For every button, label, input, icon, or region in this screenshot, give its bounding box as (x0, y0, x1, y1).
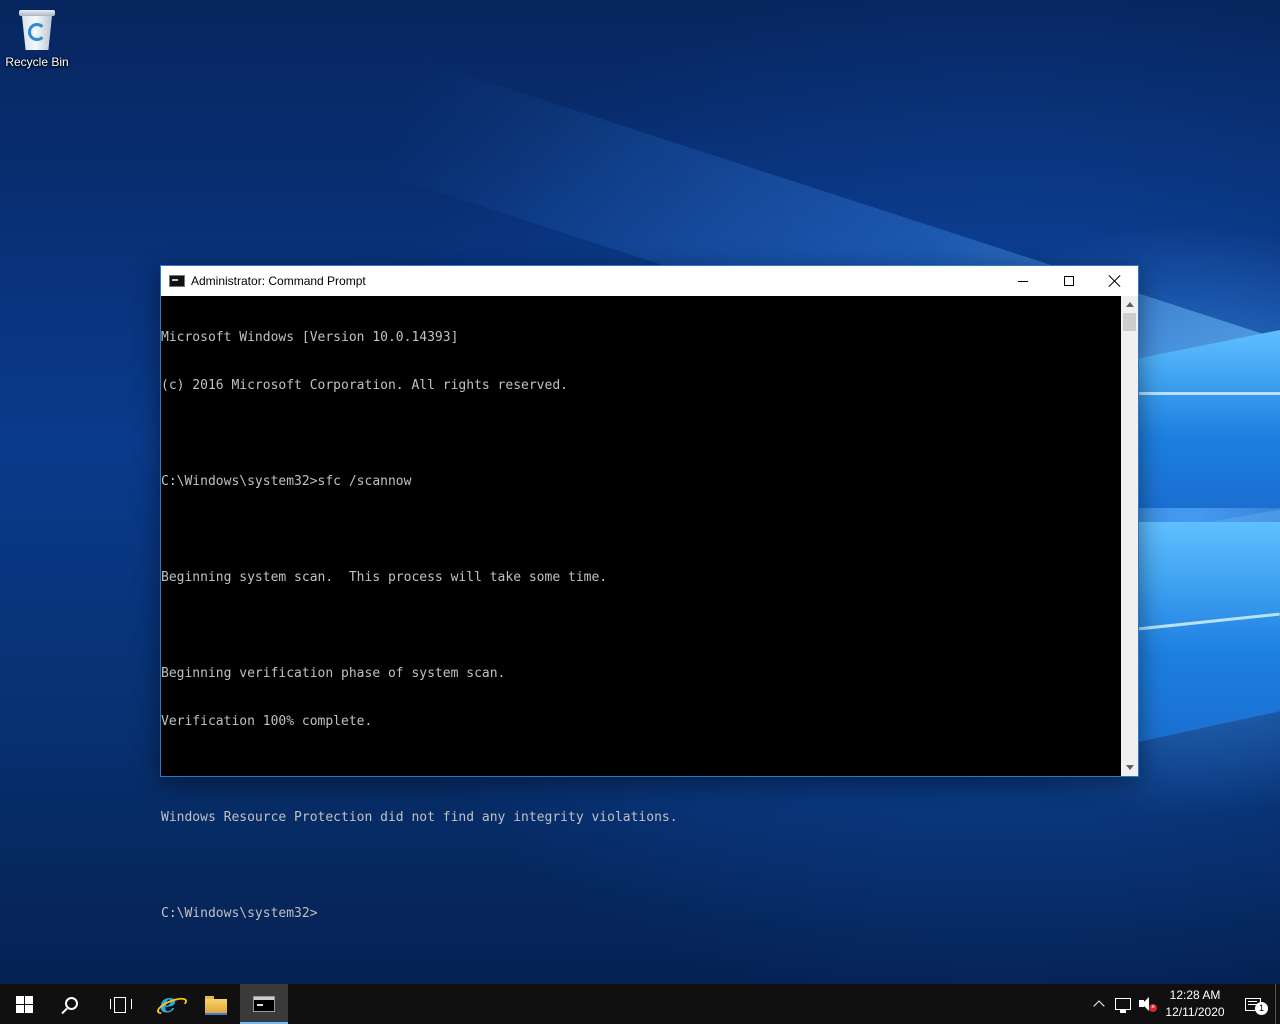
console-line: Beginning system scan. This process will… (161, 570, 608, 585)
taskbar: e × 12:28 AM 12/11/2020 1 (0, 984, 1280, 1024)
show-hidden-icons-button[interactable] (1087, 984, 1111, 1024)
task-view-button[interactable] (96, 984, 144, 1024)
taskbar-internet-explorer[interactable]: e (144, 984, 192, 1024)
close-button[interactable] (1092, 266, 1138, 296)
search-button[interactable] (48, 984, 96, 1024)
taskbar-command-prompt[interactable] (240, 984, 288, 1024)
folder-icon (205, 995, 227, 1015)
chevron-up-icon (1093, 1000, 1105, 1012)
console-line: Verification 100% complete. (161, 714, 373, 729)
windows-logo-icon (15, 995, 33, 1013)
start-button[interactable] (0, 984, 48, 1024)
console-line: Windows Resource Protection did not find… (161, 810, 678, 825)
recycle-bin-icon (19, 8, 55, 52)
console-line: (c) 2016 Microsoft Corporation. All righ… (161, 378, 568, 393)
show-desktop-button[interactable] (1275, 984, 1280, 1024)
scroll-down-button[interactable] (1121, 759, 1138, 776)
minimize-button[interactable] (1000, 266, 1046, 296)
system-tray: × 12:28 AM 12/11/2020 1 (1087, 984, 1280, 1024)
console-line: Microsoft Windows [Version 10.0.14393] (161, 330, 459, 345)
window-title: Administrator: Command Prompt (191, 274, 366, 288)
vertical-scrollbar[interactable] (1121, 296, 1138, 776)
clock[interactable]: 12:28 AM 12/11/2020 (1159, 984, 1231, 1024)
maximize-button[interactable] (1046, 266, 1092, 296)
task-view-icon (110, 997, 132, 1013)
notification-count-badge: 1 (1255, 1002, 1268, 1015)
internet-explorer-icon: e (159, 989, 177, 1019)
search-icon (64, 996, 78, 1010)
title-bar[interactable]: Administrator: Command Prompt (161, 266, 1138, 296)
volume-muted-icon: × (1139, 997, 1157, 1012)
volume-error-badge: × (1149, 1004, 1157, 1012)
action-center-button[interactable]: 1 (1231, 984, 1275, 1024)
console-line: C:\Windows\system32>sfc /scannow (161, 474, 412, 489)
volume-button[interactable]: × (1135, 984, 1159, 1024)
console-output[interactable]: Microsoft Windows [Version 10.0.14393] (… (161, 296, 1121, 921)
chevron-up-icon (1125, 302, 1134, 307)
close-icon (1109, 275, 1121, 287)
taskbar-file-explorer[interactable] (192, 984, 240, 1024)
clock-time: 12:28 AM (1169, 988, 1221, 1002)
network-icon (1115, 998, 1131, 1013)
network-button[interactable] (1111, 984, 1135, 1024)
wallpaper-windows-logo (1138, 330, 1280, 760)
chevron-down-icon (1125, 765, 1134, 770)
console-prompt-line[interactable]: C:\Windows\system32> (161, 906, 1121, 922)
desktop-icon-label: Recycle Bin (5, 55, 69, 69)
scroll-up-button[interactable] (1121, 296, 1138, 313)
desktop-icon-recycle-bin[interactable]: Recycle Bin (2, 6, 72, 74)
console-line: Beginning verification phase of system s… (161, 666, 506, 681)
cmd-icon (253, 996, 275, 1012)
scrollbar-thumb[interactable] (1123, 313, 1136, 331)
command-prompt-window[interactable]: Administrator: Command Prompt Microsoft … (160, 265, 1139, 921)
maximize-icon (1064, 276, 1074, 286)
clock-date: 12/11/2020 (1165, 1005, 1225, 1019)
cmd-icon[interactable] (169, 275, 185, 287)
minimize-icon (1018, 280, 1028, 282)
